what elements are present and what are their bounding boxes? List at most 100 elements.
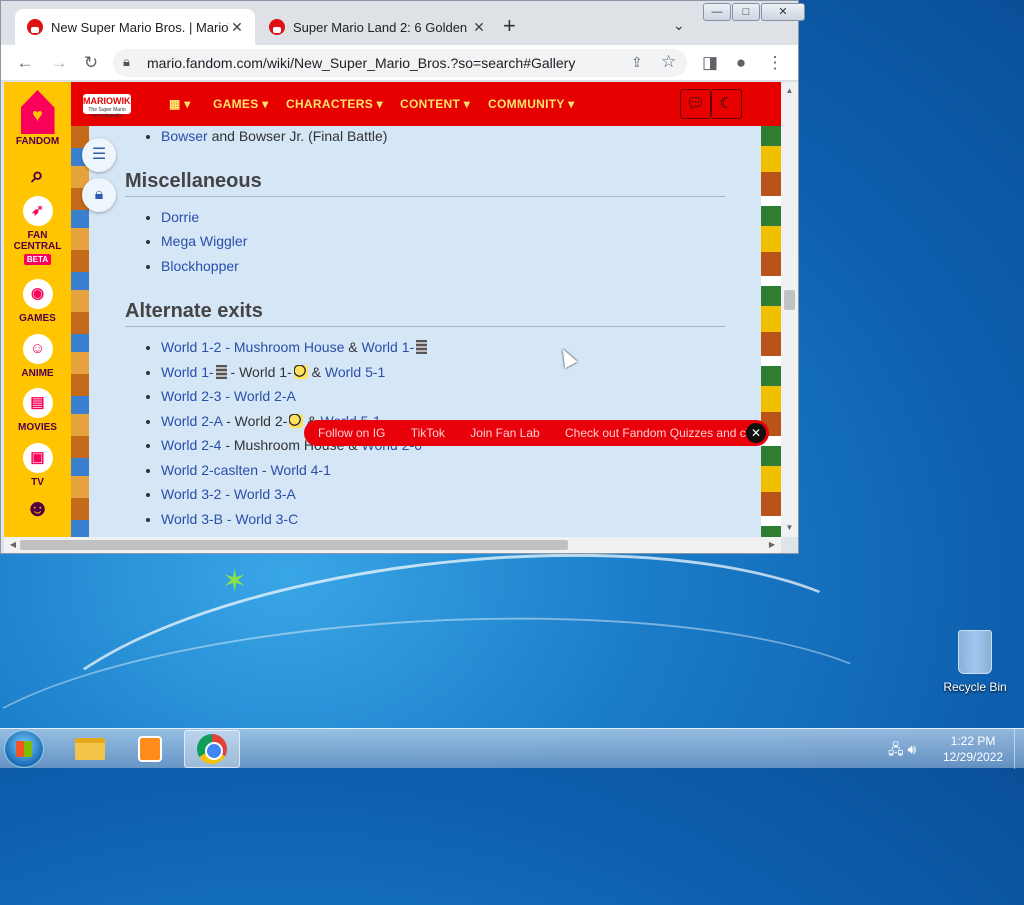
search-icon: ⌕ — [31, 162, 44, 187]
article-link[interactable]: World 1-2 - Mushroom House — [161, 339, 344, 355]
tab-inactive[interactable]: Super Mario Land 2: 6 Golden Coins ✕ — [257, 9, 497, 45]
movies-link[interactable]: ▤ MOVIES — [4, 388, 71, 433]
taskbar-explorer[interactable] — [62, 730, 118, 768]
taskbar-media-player[interactable] — [122, 730, 178, 768]
bookmark-star-icon[interactable]: ☆ — [661, 52, 676, 72]
profile-avatar-icon[interactable]: ● — [729, 51, 753, 75]
tab-active[interactable]: New Super Mario Bros. | MarioWiki ✕ — [15, 9, 255, 45]
taskbar-clock[interactable]: 1:22 PM 12/29/2022 — [938, 733, 1008, 765]
promo-link-fan-lab[interactable]: Join Fan Lab — [470, 426, 539, 440]
wallpaper-leaf-icon: ✶ — [222, 565, 248, 598]
nav-characters[interactable]: CHARACTERS ▾ — [286, 97, 383, 111]
forward-arrow-icon[interactable]: → — [47, 51, 71, 75]
new-tab-button[interactable]: + — [503, 15, 516, 37]
promo-close-icon[interactable]: ✕ — [746, 423, 766, 443]
article-link[interactable]: Blockhopper — [161, 258, 239, 274]
article-link[interactable]: World 2-4 — [161, 437, 221, 453]
network-icon[interactable]: 🖧︎ — [888, 741, 904, 757]
promo-link-quizzes[interactable]: Check out Fandom Quizzes and cha — [565, 426, 759, 440]
tv-link[interactable]: ▣ TV — [4, 443, 71, 488]
tab-search-chevron-icon[interactable]: ⌄ — [673, 17, 685, 34]
anime-link[interactable]: ☺ ANIME — [4, 334, 71, 379]
clock-time: 1:22 PM — [950, 734, 996, 748]
scroll-left-arrow-icon[interactable]: ◀ — [6, 537, 20, 553]
article-link[interactable]: World 2-A — [161, 413, 222, 429]
back-arrow-icon[interactable]: ← — [13, 51, 37, 75]
anime-icon: ☺ — [22, 334, 53, 364]
side-panel-icon[interactable]: ◨ — [698, 51, 722, 75]
scrollbar-thumb[interactable] — [784, 290, 795, 310]
volume-icon[interactable]: 🔊︎ — [908, 741, 917, 757]
article-link[interactable]: Mega Wiggler — [161, 233, 247, 249]
article-link[interactable]: World 3-B - World 3-C — [161, 511, 298, 527]
show-desktop-button[interactable] — [1014, 729, 1024, 769]
article-body: Bowser and Bowser Jr. (Final Battle) Mis… — [125, 126, 725, 531]
article-link[interactable]: World 2-caslten - World 4-1 — [161, 462, 331, 478]
mariowiki-logo[interactable]: MARIOWIKI The Super Mario encyclopedia — [83, 94, 133, 119]
scrollbar-thumb[interactable] — [20, 540, 568, 550]
scroll-down-arrow-icon[interactable]: ▼ — [781, 521, 798, 535]
fandom-home-link[interactable]: ♥ FANDOM — [4, 90, 71, 147]
start-button[interactable] — [4, 730, 44, 768]
menu-kebab-icon[interactable]: ⋮ — [763, 51, 787, 75]
horizontal-scrollbar[interactable]: ◀ ▶ — [4, 537, 781, 553]
right-decorative-border — [761, 126, 781, 537]
tab-strip: New Super Mario Bros. | MarioWiki ✕ Supe… — [1, 1, 805, 45]
address-bar[interactable]: 🔒︎ mario.fandom.com/wiki/New_Super_Mario… — [113, 49, 687, 77]
lock-icon[interactable]: 🔒︎ — [123, 54, 130, 70]
share-icon[interactable]: ⇪ — [631, 54, 643, 71]
chrome-icon — [197, 734, 227, 764]
recycle-bin-desktop-icon[interactable]: Recycle Bin — [940, 630, 1010, 694]
dark-mode-moon-icon[interactable]: ☾ — [711, 89, 742, 119]
article-link[interactable]: World 1- — [362, 339, 415, 355]
key-sprite-icon — [293, 364, 308, 379]
nav-community[interactable]: COMMUNITY ▾ — [488, 97, 574, 111]
article-link[interactable]: World 5-1 — [325, 364, 385, 380]
nav-content[interactable]: CONTENT ▾ — [400, 97, 470, 111]
beta-badge: BETA — [23, 254, 52, 265]
fan-central-link[interactable]: ➶ FAN CENTRAL BETA — [4, 196, 71, 265]
games-link[interactable]: ◉ GAMES — [4, 279, 71, 324]
discussions-icon[interactable]: 💬︎ — [680, 89, 711, 119]
fandom-global-nav: ♥ FANDOM ⌕ ➶ FAN CENTRAL BETA ◉ GAMES ☺ … — [4, 82, 71, 537]
promo-link-tiktok[interactable]: TikTok — [411, 426, 445, 440]
maximize-button[interactable]: □ — [732, 3, 760, 21]
article-link[interactable]: World 3-2 - World 3-A — [161, 486, 296, 502]
browser-window: New Super Mario Bros. | MarioWiki ✕ Supe… — [0, 0, 805, 554]
reload-icon[interactable]: ↻ — [79, 51, 103, 75]
table-of-contents-icon[interactable]: ☰ — [82, 138, 116, 172]
recycle-bin-label: Recycle Bin — [943, 680, 1007, 694]
close-window-button[interactable]: ✕ — [761, 3, 805, 21]
taskbar: 🖧︎ 🔊︎ 1:22 PM 12/29/2022 — [0, 728, 1024, 769]
list-item: Blockhopper — [161, 254, 725, 279]
article-link[interactable]: Dorrie — [161, 209, 199, 225]
list-item: World 3-B - World 3-C — [161, 507, 725, 532]
list-item: Dorrie — [161, 205, 725, 230]
fandom-search-button[interactable]: ⌕ — [4, 160, 71, 194]
scroll-right-arrow-icon[interactable]: ▶ — [765, 537, 779, 553]
promo-link-instagram[interactable]: Follow on IG — [318, 426, 385, 440]
system-tray: 🖧︎ 🔊︎ — [888, 739, 916, 763]
tab-close-icon[interactable]: ✕ — [229, 19, 245, 36]
scroll-up-arrow-icon[interactable]: ▲ — [781, 84, 798, 98]
mushroom-favicon-icon — [27, 19, 43, 35]
tab-close-icon[interactable]: ✕ — [471, 19, 487, 36]
article-link[interactable]: Bowser — [161, 128, 208, 144]
browser-toolbar: ← → ↻ 🔒︎ mario.fandom.com/wiki/New_Super… — [1, 45, 798, 81]
window-controls: — □ ✕ — [703, 3, 806, 21]
lock-icon[interactable]: 🔒︎ — [82, 178, 116, 212]
list-item: Mega Wiggler — [161, 229, 725, 254]
movies-icon: ▤ — [22, 388, 53, 418]
minimize-button[interactable]: — — [703, 3, 731, 21]
taskbar-chrome[interactable] — [184, 730, 240, 768]
article-link[interactable]: World 1- — [161, 364, 214, 380]
list-item: World 3-2 - World 3-A — [161, 482, 725, 507]
list-item: World 2-3 - World 2-A — [161, 384, 725, 409]
article-link[interactable]: World 2-3 - World 2-A — [161, 388, 296, 404]
vertical-scrollbar[interactable]: ▲ ▼ — [781, 82, 798, 537]
wiki-home-menu[interactable]: ▦ ▾ — [169, 97, 191, 111]
mushroom-favicon-icon — [269, 19, 285, 35]
account-button[interactable]: ☻ — [4, 494, 71, 528]
nav-games[interactable]: GAMES ▾ — [213, 97, 268, 111]
gamepad-icon: ◉ — [22, 279, 53, 309]
